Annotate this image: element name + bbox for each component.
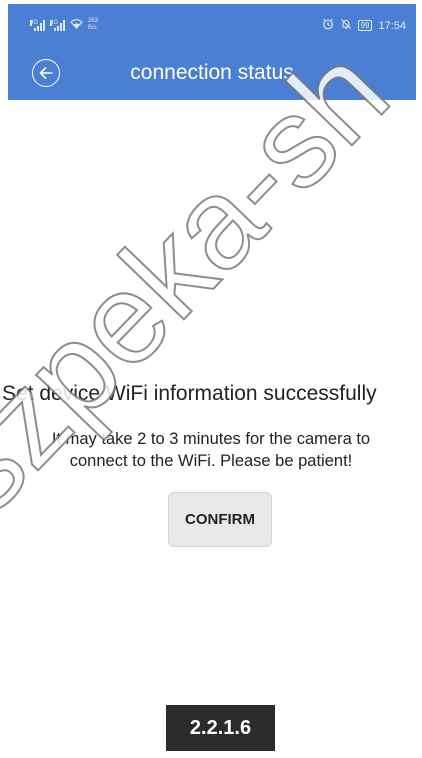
page-title: connection status xyxy=(130,61,294,84)
signal-tag-2: 4G xyxy=(50,19,59,26)
signal-icon: 4G xyxy=(30,19,45,31)
speed-unit: B/s xyxy=(88,25,97,31)
status-bar: 4G 4G 263 B/s 99 17:54 xyxy=(8,4,416,46)
mute-icon xyxy=(340,18,352,33)
clock: 17:54 xyxy=(378,19,406,32)
info-line-1: It may take 2 to 3 minutes for the camer… xyxy=(51,430,371,448)
speed-value: 263 xyxy=(88,18,99,24)
alarm-icon xyxy=(322,18,334,33)
signal-icon-2: 4G xyxy=(50,19,65,31)
battery-icon: 99 xyxy=(357,20,373,31)
confirm-button[interactable]: CONFIRM xyxy=(168,492,272,547)
status-right: 99 17:54 xyxy=(322,18,406,33)
info-message: It may take 2 to 3 minutes for the camer… xyxy=(0,428,422,472)
info-line-2: connect to the WiFi. Please be patient! xyxy=(69,452,353,470)
version-badge: 2.2.1.6 xyxy=(166,705,275,751)
status-left: 4G 4G 263 B/s xyxy=(30,18,98,32)
success-message: Set device WiFi information successfully xyxy=(2,382,377,405)
screen: 4G 4G 263 B/s 99 17:54 connection status… xyxy=(0,0,422,758)
wifi-icon xyxy=(70,18,83,32)
signal-tag: 4G xyxy=(30,19,39,26)
network-speed: 263 B/s xyxy=(88,18,98,32)
app-bar: connection status xyxy=(8,46,416,100)
